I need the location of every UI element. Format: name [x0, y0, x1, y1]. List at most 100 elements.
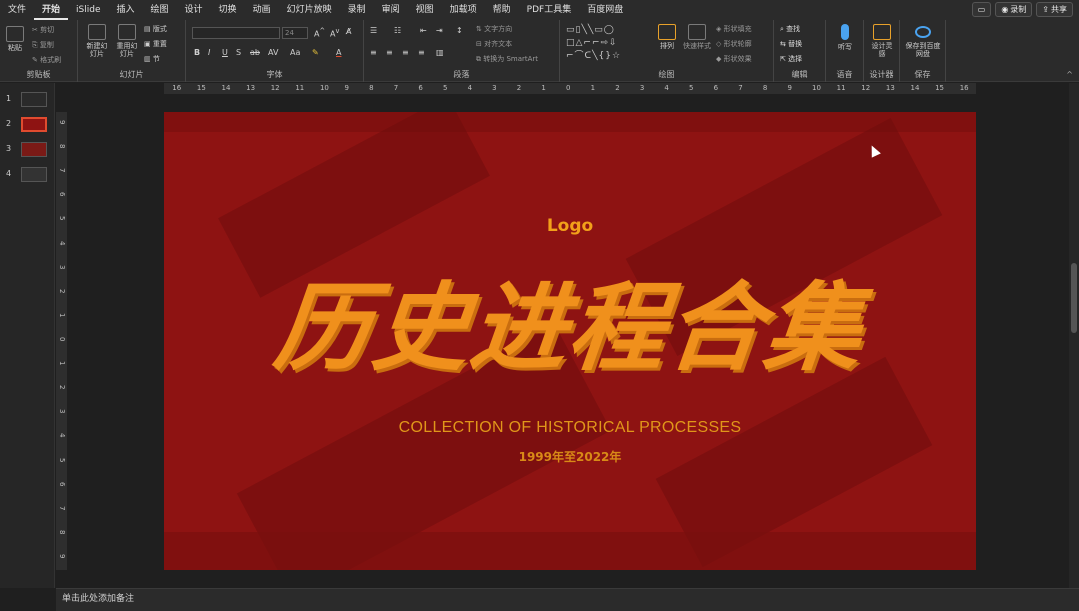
group-paragraph: ☰ ☷ ⇤ ⇥ ↕ ⇅ 文字方向 ⊟ 对齐文本 ⧉ 转换为 SmartArt ≡… — [364, 20, 560, 82]
tab-animations[interactable]: 动画 — [245, 0, 279, 20]
collapse-ribbon-icon[interactable]: ^ — [1066, 70, 1073, 79]
new-slide-button[interactable]: 新建幻灯片 — [84, 24, 110, 58]
underline-button[interactable]: U — [222, 48, 228, 57]
slide-thumbnail[interactable]: 3 — [4, 141, 52, 159]
save-to-baidu-button[interactable]: 保存到百度网盘 — [904, 24, 942, 58]
quick-styles-icon — [688, 24, 706, 40]
reuse-slide-button[interactable]: 重用幻灯片 — [114, 24, 140, 58]
reset-button[interactable]: ▣ 重置 — [144, 39, 167, 49]
highlight-icon[interactable]: ✎ — [312, 48, 319, 57]
tab-review[interactable]: 审阅 — [374, 0, 408, 20]
slide-canvas[interactable]: Logo 历史进程合集 COLLECTION OF HISTORICAL PRO… — [164, 112, 976, 570]
bold-button[interactable]: B — [194, 48, 200, 57]
line-spacing-icon[interactable]: ↕ — [456, 26, 463, 35]
font-name-input[interactable] — [192, 27, 280, 39]
tab-slideshow[interactable]: 幻灯片放映 — [279, 0, 340, 20]
tab-islide[interactable]: iSlide — [68, 0, 108, 20]
columns-icon[interactable]: ▥ — [436, 48, 444, 57]
tab-pdf-tools[interactable]: PDF工具集 — [519, 0, 580, 20]
tab-home[interactable]: 开始 — [34, 0, 69, 20]
drawing-group-label: 绘图 — [658, 70, 675, 79]
justify-icon[interactable]: ≡ — [418, 48, 425, 57]
scrollbar-thumb[interactable] — [1071, 263, 1077, 333]
font-group-label: 字体 — [266, 70, 283, 79]
align-right-icon[interactable]: ≡ — [402, 48, 409, 57]
clear-format-button[interactable]: A̸ — [346, 27, 351, 36]
slide-number: 3 — [6, 144, 12, 153]
tab-baidu-netdisk[interactable]: 百度网盘 — [579, 0, 631, 20]
slide-thumbnail[interactable]: 4 — [4, 166, 52, 184]
strikethrough-button[interactable]: ab — [250, 48, 260, 57]
tab-record[interactable]: 录制 — [340, 0, 374, 20]
ruler-tick: 15 — [935, 84, 944, 92]
designer-group-label: 设计器 — [869, 70, 894, 79]
design-ideas-button[interactable]: 设计灵感 — [870, 24, 894, 58]
editing-group-label: 编辑 — [791, 70, 808, 79]
shadow-button[interactable]: S — [236, 48, 241, 57]
slide-subtitle[interactable]: COLLECTION OF HISTORICAL PROCESSES — [164, 419, 976, 437]
slide-number: 4 — [6, 169, 12, 178]
slide-thumbnail[interactable]: 1 — [4, 91, 52, 109]
slide-years[interactable]: 1999年至2022年 — [164, 448, 976, 465]
italic-button[interactable]: I — [208, 48, 210, 57]
ruler-tick: 6 — [58, 481, 66, 487]
comment-button[interactable]: ▭ — [971, 2, 992, 17]
format-painter-button[interactable]: ✎ 格式刷 — [32, 55, 61, 65]
tab-view[interactable]: 视图 — [408, 0, 442, 20]
grow-font-button[interactable]: A^ — [314, 27, 325, 39]
shape-outline-button[interactable]: ◇ 形状轮廓 — [716, 39, 752, 49]
slide-number: 2 — [6, 119, 12, 128]
font-size-input[interactable]: 24 — [282, 27, 308, 39]
copy-button[interactable]: ⎘ 复制 — [32, 40, 54, 50]
tab-help[interactable]: 帮助 — [485, 0, 519, 20]
notes-pane[interactable]: 单击此处添加备注 — [56, 588, 1079, 611]
share-button[interactable]: ⇪ 共享 — [1036, 2, 1073, 17]
decrease-indent-icon[interactable]: ⇤ — [420, 26, 427, 35]
align-text-button[interactable]: ⊟ 对齐文本 — [476, 39, 512, 49]
char-spacing-button[interactable]: AV — [268, 48, 278, 57]
tab-file[interactable]: 文件 — [0, 0, 34, 20]
tab-insert[interactable]: 插入 — [109, 0, 143, 20]
ruler-tick: 12 — [270, 84, 280, 92]
align-left-icon[interactable]: ≡ — [370, 48, 377, 57]
select-button[interactable]: ⇱ 选择 — [780, 54, 802, 64]
slide-thumbnail[interactable]: 2 — [4, 116, 52, 134]
change-case-button[interactable]: Aa — [290, 48, 300, 57]
shrink-font-button[interactable]: Av — [330, 27, 339, 39]
find-button[interactable]: ⌕ 查找 — [780, 24, 800, 34]
arrange-button[interactable]: 排列 — [656, 24, 678, 50]
text-direction-button[interactable]: ⇅ 文字方向 — [476, 24, 512, 34]
quick-styles-button[interactable]: 快速样式 — [682, 24, 712, 50]
dictate-button[interactable]: 听写 — [834, 24, 856, 51]
ruler-tick: 2 — [58, 385, 66, 390]
ruler-tick: 2 — [615, 84, 620, 92]
convert-smartart-button[interactable]: ⧉ 转换为 SmartArt — [476, 54, 538, 64]
slide-thumbnails-pane: 1 2 3 4 — [0, 83, 55, 588]
ruler-tick: 3 — [58, 409, 66, 414]
slide-title[interactable]: 历史进程合集 — [164, 250, 976, 389]
tab-addins[interactable]: 加载项 — [442, 0, 485, 20]
new-slide-icon — [88, 24, 106, 40]
section-button[interactable]: ▥ 节 — [144, 54, 160, 64]
vertical-scrollbar[interactable] — [1069, 83, 1079, 588]
tab-transitions[interactable]: 切换 — [211, 0, 245, 20]
ruler-tick: 13 — [885, 84, 895, 92]
shape-effects-button[interactable]: ◆ 形状效果 — [716, 54, 752, 64]
paste-button[interactable]: 粘贴 — [4, 26, 26, 52]
shapes-gallery[interactable]: ▭▯╲╲▭◯ □△⌐⌐⇨⇩ ⌐⌒ᑕ╲{}☆ — [566, 24, 652, 64]
tab-draw[interactable]: 绘图 — [143, 0, 177, 20]
increase-indent-icon[interactable]: ⇥ — [436, 26, 443, 35]
numbering-icon[interactable]: ☷ — [394, 26, 401, 35]
grunge-texture — [164, 532, 976, 570]
group-slides: 新建幻灯片 重用幻灯片 ▤ 版式 ▣ 重置 ▥ 节 幻灯片 — [78, 20, 186, 82]
font-color-button[interactable]: A — [336, 48, 341, 57]
replace-button[interactable]: ⇆ 替换 — [780, 39, 802, 49]
shape-fill-button[interactable]: ◈ 形状填充 — [716, 24, 752, 34]
layout-button[interactable]: ▤ 版式 — [144, 24, 167, 34]
bullets-icon[interactable]: ☰ — [370, 26, 377, 35]
slide-logo[interactable]: Logo — [164, 216, 976, 236]
tab-design[interactable]: 设计 — [177, 0, 211, 20]
record-button[interactable]: ◉ 录制 — [995, 2, 1033, 17]
cut-button[interactable]: ✂ 剪切 — [32, 25, 54, 35]
align-center-icon[interactable]: ≡ — [386, 48, 393, 57]
